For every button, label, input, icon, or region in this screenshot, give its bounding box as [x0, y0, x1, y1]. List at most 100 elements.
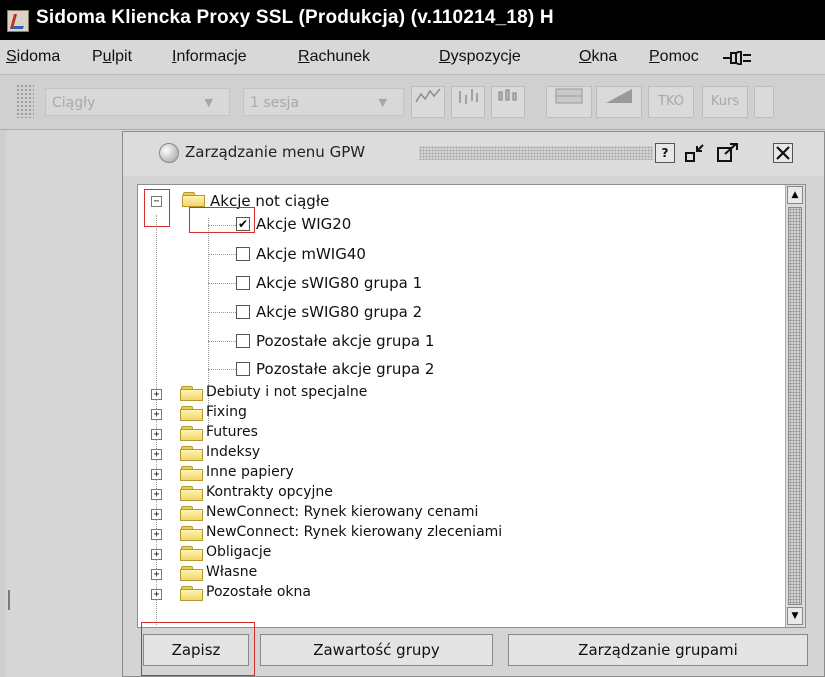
- desktop-mark: [8, 590, 10, 610]
- tko-button[interactable]: TKO: [648, 86, 694, 118]
- tree-folder[interactable]: Inne papiery: [206, 461, 294, 483]
- menu-dyspozycje[interactable]: Dyspozycje: [439, 48, 521, 66]
- tree-item-pozostale-akcje-2[interactable]: Pozostałe akcje grupa 2: [256, 358, 434, 380]
- menu-pulpit-label-p: P: [92, 48, 103, 65]
- tree-folder[interactable]: Futures: [206, 421, 258, 443]
- scrollbar-thumb[interactable]: [788, 207, 802, 605]
- session-select[interactable]: 1 sesja ▼: [243, 88, 404, 116]
- menu-pomoc[interactable]: Pomoc: [649, 48, 699, 66]
- expand-toggle[interactable]: +: [151, 449, 162, 460]
- scroll-up-icon[interactable]: ▲: [787, 186, 803, 204]
- area-chart-icon: [606, 89, 632, 103]
- expand-toggle[interactable]: +: [151, 529, 162, 540]
- tree-item-akcje-wig20[interactable]: Akcje WIG20: [256, 213, 351, 235]
- title-bar-texture: [419, 146, 653, 160]
- tree-folder[interactable]: Kontrakty opcyjne: [206, 481, 333, 503]
- expand-toggle[interactable]: +: [151, 409, 162, 420]
- folder-icon: [180, 546, 204, 561]
- tree-folder[interactable]: NewConnect: Rynek kierowany cenami: [206, 501, 478, 523]
- session-select-value: 1 sesja: [250, 95, 300, 111]
- menu-sidoma-mnemonic: S: [6, 48, 17, 65]
- window-menu-icon[interactable]: [159, 143, 179, 163]
- menu-rachunek[interactable]: Rachunek: [298, 48, 370, 66]
- tree-item-akcje-swig80-2[interactable]: Akcje sWIG80 grupa 2: [256, 301, 422, 323]
- tree-connector: [208, 254, 236, 255]
- menu-pulpit[interactable]: Pulpit: [92, 48, 132, 66]
- folder-icon: [180, 406, 204, 421]
- menu-dyspozycje-mnemonic: D: [439, 48, 451, 65]
- tree-connector: [208, 312, 236, 313]
- toolbar-overflow-button[interactable]: [754, 86, 774, 118]
- tree-folder[interactable]: Fixing: [206, 401, 247, 423]
- menu-pulpit-label: lpit: [111, 48, 133, 65]
- tree-folder[interactable]: NewConnect: Rynek kierowany zleceniami: [206, 521, 502, 543]
- folder-icon: [180, 506, 204, 521]
- tree-item-akcje-swig80-1[interactable]: Akcje sWIG80 grupa 1: [256, 272, 422, 294]
- folder-icon: [180, 526, 204, 541]
- mode-select[interactable]: Ciągły ▼: [45, 88, 230, 116]
- java-app-icon: [7, 10, 29, 32]
- group-management-button[interactable]: Zarządzanie grupami: [508, 634, 808, 666]
- checkbox-mwig40[interactable]: [236, 247, 250, 261]
- expand-toggle[interactable]: +: [151, 389, 162, 400]
- area-chart-button[interactable]: [596, 86, 642, 118]
- close-icon[interactable]: [773, 143, 793, 163]
- menu-pulpit-mnemonic: u: [102, 48, 112, 65]
- maximize-icon[interactable]: [717, 143, 738, 163]
- tree-folder[interactable]: Indeksy: [206, 441, 260, 463]
- expand-toggle[interactable]: +: [151, 489, 162, 500]
- expand-toggle[interactable]: +: [151, 429, 162, 440]
- line-chart-button[interactable]: [411, 86, 445, 118]
- candlestick-chart-button[interactable]: [491, 86, 525, 118]
- tree-connector: [208, 283, 236, 284]
- tree-folder[interactable]: Debiuty i not specjalne: [206, 381, 367, 403]
- toolbar-grip[interactable]: [16, 84, 34, 118]
- folder-icon: [180, 586, 204, 601]
- menu-informacje[interactable]: Informacje: [172, 48, 247, 66]
- kurs-button[interactable]: Kurs: [702, 86, 748, 118]
- expand-toggle[interactable]: +: [151, 549, 162, 560]
- group-contents-button[interactable]: Zawartość grupy: [260, 634, 493, 666]
- tree-item-akcje-mwig40[interactable]: Akcje mWIG40: [256, 243, 366, 265]
- chevron-down-icon: ▼: [204, 96, 213, 109]
- chevron-down-icon: ▼: [378, 96, 387, 109]
- menu-rachunek-mnemonic: R: [298, 48, 310, 65]
- tree-connector: [208, 341, 236, 342]
- bar-chart-icon: [459, 89, 478, 104]
- tree-connector: [156, 215, 157, 625]
- bar-chart-button[interactable]: [451, 86, 485, 118]
- kurs-label: Kurs: [710, 94, 740, 109]
- help-icon[interactable]: ?: [655, 143, 675, 163]
- expand-toggle[interactable]: +: [151, 469, 162, 480]
- checkbox-wig20[interactable]: ✔: [236, 217, 250, 231]
- window-title-bar[interactable]: Sidoma Kliencka Proxy SSL (Produkcja) (v…: [0, 0, 825, 40]
- speaker-icon[interactable]: [723, 51, 753, 65]
- checkbox-swig80-1[interactable]: [236, 276, 250, 290]
- menu-okna[interactable]: Okna: [579, 48, 617, 66]
- checkbox-swig80-2[interactable]: [236, 305, 250, 319]
- expand-toggle[interactable]: +: [151, 589, 162, 600]
- tree-folder[interactable]: Własne: [206, 561, 257, 583]
- expand-toggle[interactable]: +: [151, 569, 162, 580]
- tree-scrollbar[interactable]: ▲ ▼: [785, 185, 805, 627]
- highlight-box: [144, 189, 170, 227]
- folder-icon: [180, 566, 204, 581]
- menu-sidoma[interactable]: Sidoma: [6, 48, 60, 66]
- folder-open-icon: [182, 192, 206, 207]
- tree-folder[interactable]: Obligacje: [206, 541, 271, 563]
- checkbox-pozostale-1[interactable]: [236, 334, 250, 348]
- tree-folder[interactable]: Pozostałe okna: [206, 581, 311, 603]
- folder-icon: [180, 446, 204, 461]
- menu-sidoma-label: idoma: [16, 48, 61, 65]
- tree-item-pozostale-akcje-1[interactable]: Pozostałe akcje grupa 1: [256, 330, 434, 352]
- checkbox-pozostale-2[interactable]: [236, 362, 250, 376]
- desktop-edge: [0, 130, 6, 677]
- frame-title: Zarządzanie menu GPW: [185, 143, 366, 161]
- menu-tree[interactable]: − Akcje not ciągłe ✔ Akcje WIG20 Akcje m…: [137, 184, 806, 628]
- menu-informacje-label: nformacje: [176, 48, 247, 65]
- frame-title-bar[interactable]: Zarządzanie menu GPW ?: [123, 132, 824, 176]
- scroll-down-icon[interactable]: ▼: [787, 607, 803, 625]
- expand-toggle[interactable]: +: [151, 509, 162, 520]
- grid-chart-button[interactable]: [546, 86, 592, 118]
- restore-icon[interactable]: [685, 143, 705, 163]
